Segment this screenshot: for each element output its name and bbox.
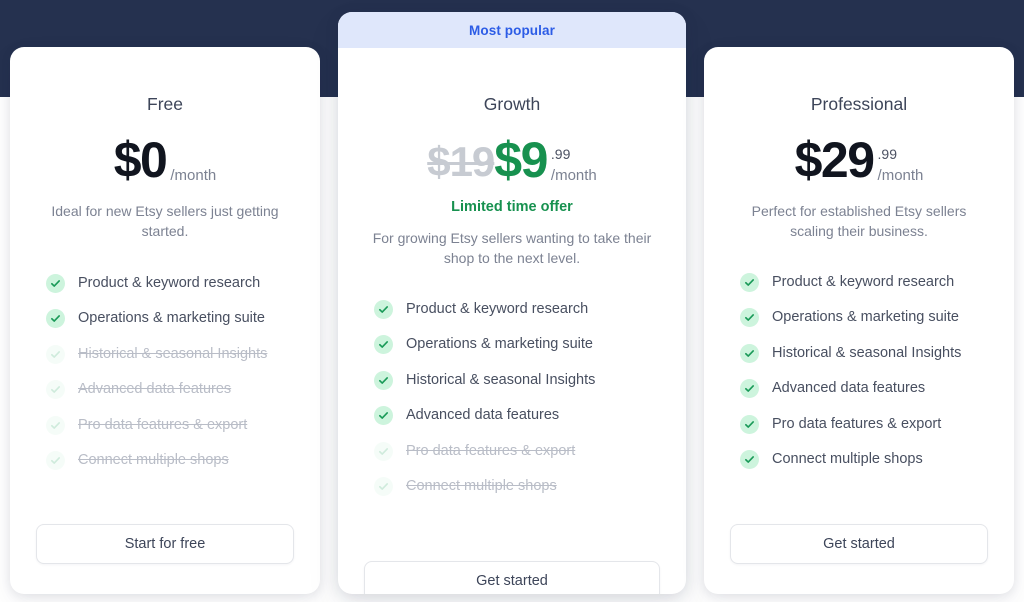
feature-label: Product & keyword research bbox=[772, 273, 955, 290]
check-icon bbox=[740, 450, 759, 470]
price-suffix-free: /month bbox=[170, 168, 216, 185]
list-item: Pro data features & export bbox=[36, 408, 294, 444]
feature-label: Historical & seasonal Insights bbox=[772, 344, 962, 361]
plan-description-professional: Perfect for established Etsy sellers sca… bbox=[751, 203, 967, 240]
check-icon bbox=[46, 380, 65, 400]
pricing-card-professional[interactable]: Professional $29 .99 /month Perfect for … bbox=[704, 47, 1014, 594]
limited-offer-note: Limited time offer bbox=[451, 199, 573, 215]
check-icon bbox=[46, 309, 65, 329]
cta-button-free[interactable]: Start for free bbox=[36, 524, 294, 564]
list-item: Advanced data features bbox=[364, 398, 660, 434]
check-icon bbox=[374, 477, 393, 497]
feature-label: Product & keyword research bbox=[78, 274, 261, 291]
feature-label: Product & keyword research bbox=[406, 300, 589, 317]
check-icon bbox=[740, 308, 759, 328]
feature-label: Advanced data features bbox=[78, 381, 232, 398]
feature-label: Connect multiple shops bbox=[78, 452, 229, 469]
list-item: Connect multiple shops bbox=[364, 469, 660, 505]
list-item: Product & keyword research bbox=[364, 292, 660, 328]
price-amount-growth: $9 bbox=[494, 132, 548, 188]
check-icon bbox=[374, 441, 393, 461]
check-icon bbox=[46, 273, 65, 293]
feature-label: Pro data features & export bbox=[406, 442, 576, 459]
list-item: Operations & marketing suite bbox=[36, 301, 294, 337]
feature-label: Historical & seasonal Insights bbox=[78, 345, 268, 362]
price-row-professional: $29 .99 /month bbox=[730, 127, 988, 185]
feature-label: Historical & seasonal Insights bbox=[406, 371, 596, 388]
price-amount-free: $0 bbox=[113, 132, 168, 188]
feature-list-growth: Product & keyword research Operations & … bbox=[364, 292, 660, 505]
check-icon bbox=[374, 335, 393, 355]
list-item: Operations & marketing suite bbox=[364, 327, 660, 363]
plan-name-growth: Growth bbox=[483, 94, 541, 114]
check-icon bbox=[740, 343, 759, 363]
feature-label: Connect multiple shops bbox=[406, 478, 557, 495]
pricing-card-free[interactable]: Free $0 /month Ideal for new Etsy seller… bbox=[10, 47, 320, 594]
pricing-plans-container: Free $0 /month Ideal for new Etsy seller… bbox=[0, 0, 1024, 602]
plan-description-growth: For growing Etsy sellers wanting to take… bbox=[372, 230, 652, 267]
list-item: Connect multiple shops bbox=[36, 443, 294, 479]
cta-button-growth[interactable]: Get started bbox=[364, 561, 660, 594]
price-suffix-professional: .99 /month bbox=[878, 147, 924, 185]
check-icon bbox=[740, 272, 759, 292]
plan-name-professional: Professional bbox=[810, 94, 908, 114]
check-icon bbox=[374, 299, 393, 319]
check-icon bbox=[740, 379, 759, 399]
feature-list-free: Product & keyword research Operations & … bbox=[36, 266, 294, 479]
list-item: Connect multiple shops bbox=[730, 442, 988, 478]
list-item: Advanced data features bbox=[730, 371, 988, 407]
price-period-growth: /month bbox=[550, 167, 597, 184]
feature-label: Pro data features & export bbox=[78, 416, 248, 433]
list-item: Historical & seasonal Insights bbox=[36, 337, 294, 373]
feature-label: Operations & marketing suite bbox=[78, 310, 265, 327]
list-item: Product & keyword research bbox=[730, 265, 988, 301]
price-original-growth: $19 bbox=[427, 138, 495, 185]
price-cents-professional: .99 bbox=[877, 146, 897, 162]
list-item: Pro data features & export bbox=[364, 434, 660, 470]
price-row-free: $0 /month bbox=[36, 127, 294, 185]
check-icon bbox=[46, 451, 65, 471]
cta-button-professional[interactable]: Get started bbox=[730, 524, 988, 564]
price-amount-professional: $29 bbox=[794, 132, 875, 188]
list-item: Product & keyword research bbox=[36, 266, 294, 302]
list-item: Advanced data features bbox=[36, 372, 294, 408]
pricing-card-growth[interactable]: Most popular Growth $19 $9 .99 /month Li… bbox=[338, 12, 686, 594]
price-suffix-growth: .99 /month bbox=[551, 147, 597, 185]
check-icon bbox=[46, 344, 65, 364]
feature-label: Connect multiple shops bbox=[772, 451, 923, 468]
price-cents-growth: .99 bbox=[550, 146, 571, 162]
card-body-free: Free $0 /month Ideal for new Etsy seller… bbox=[10, 47, 320, 594]
status-badge: Most popular bbox=[338, 12, 686, 48]
feature-label: Pro data features & export bbox=[772, 415, 942, 432]
check-icon bbox=[740, 414, 759, 434]
price-period-professional: /month bbox=[877, 167, 924, 184]
plan-description-free: Ideal for new Etsy sellers just getting … bbox=[51, 203, 279, 240]
feature-label: Operations & marketing suite bbox=[772, 309, 959, 326]
feature-list-professional: Product & keyword research Operations & … bbox=[730, 265, 988, 478]
check-icon bbox=[46, 415, 65, 435]
list-item: Operations & marketing suite bbox=[730, 300, 988, 336]
check-icon bbox=[374, 370, 393, 390]
price-period-free: /month bbox=[170, 167, 217, 184]
card-body-professional: Professional $29 .99 /month Perfect for … bbox=[704, 47, 1014, 594]
feature-label: Advanced data features bbox=[772, 380, 926, 397]
list-item: Historical & seasonal Insights bbox=[730, 336, 988, 372]
plan-name-free: Free bbox=[147, 94, 183, 114]
feature-label: Operations & marketing suite bbox=[406, 336, 593, 353]
check-icon bbox=[374, 406, 393, 426]
feature-label: Advanced data features bbox=[406, 407, 560, 424]
list-item: Historical & seasonal Insights bbox=[364, 363, 660, 399]
list-item: Pro data features & export bbox=[730, 407, 988, 443]
price-row-growth: $19 $9 .99 /month bbox=[364, 127, 660, 185]
card-body-growth: Growth $19 $9 .99 /month Limited time of… bbox=[338, 48, 686, 594]
